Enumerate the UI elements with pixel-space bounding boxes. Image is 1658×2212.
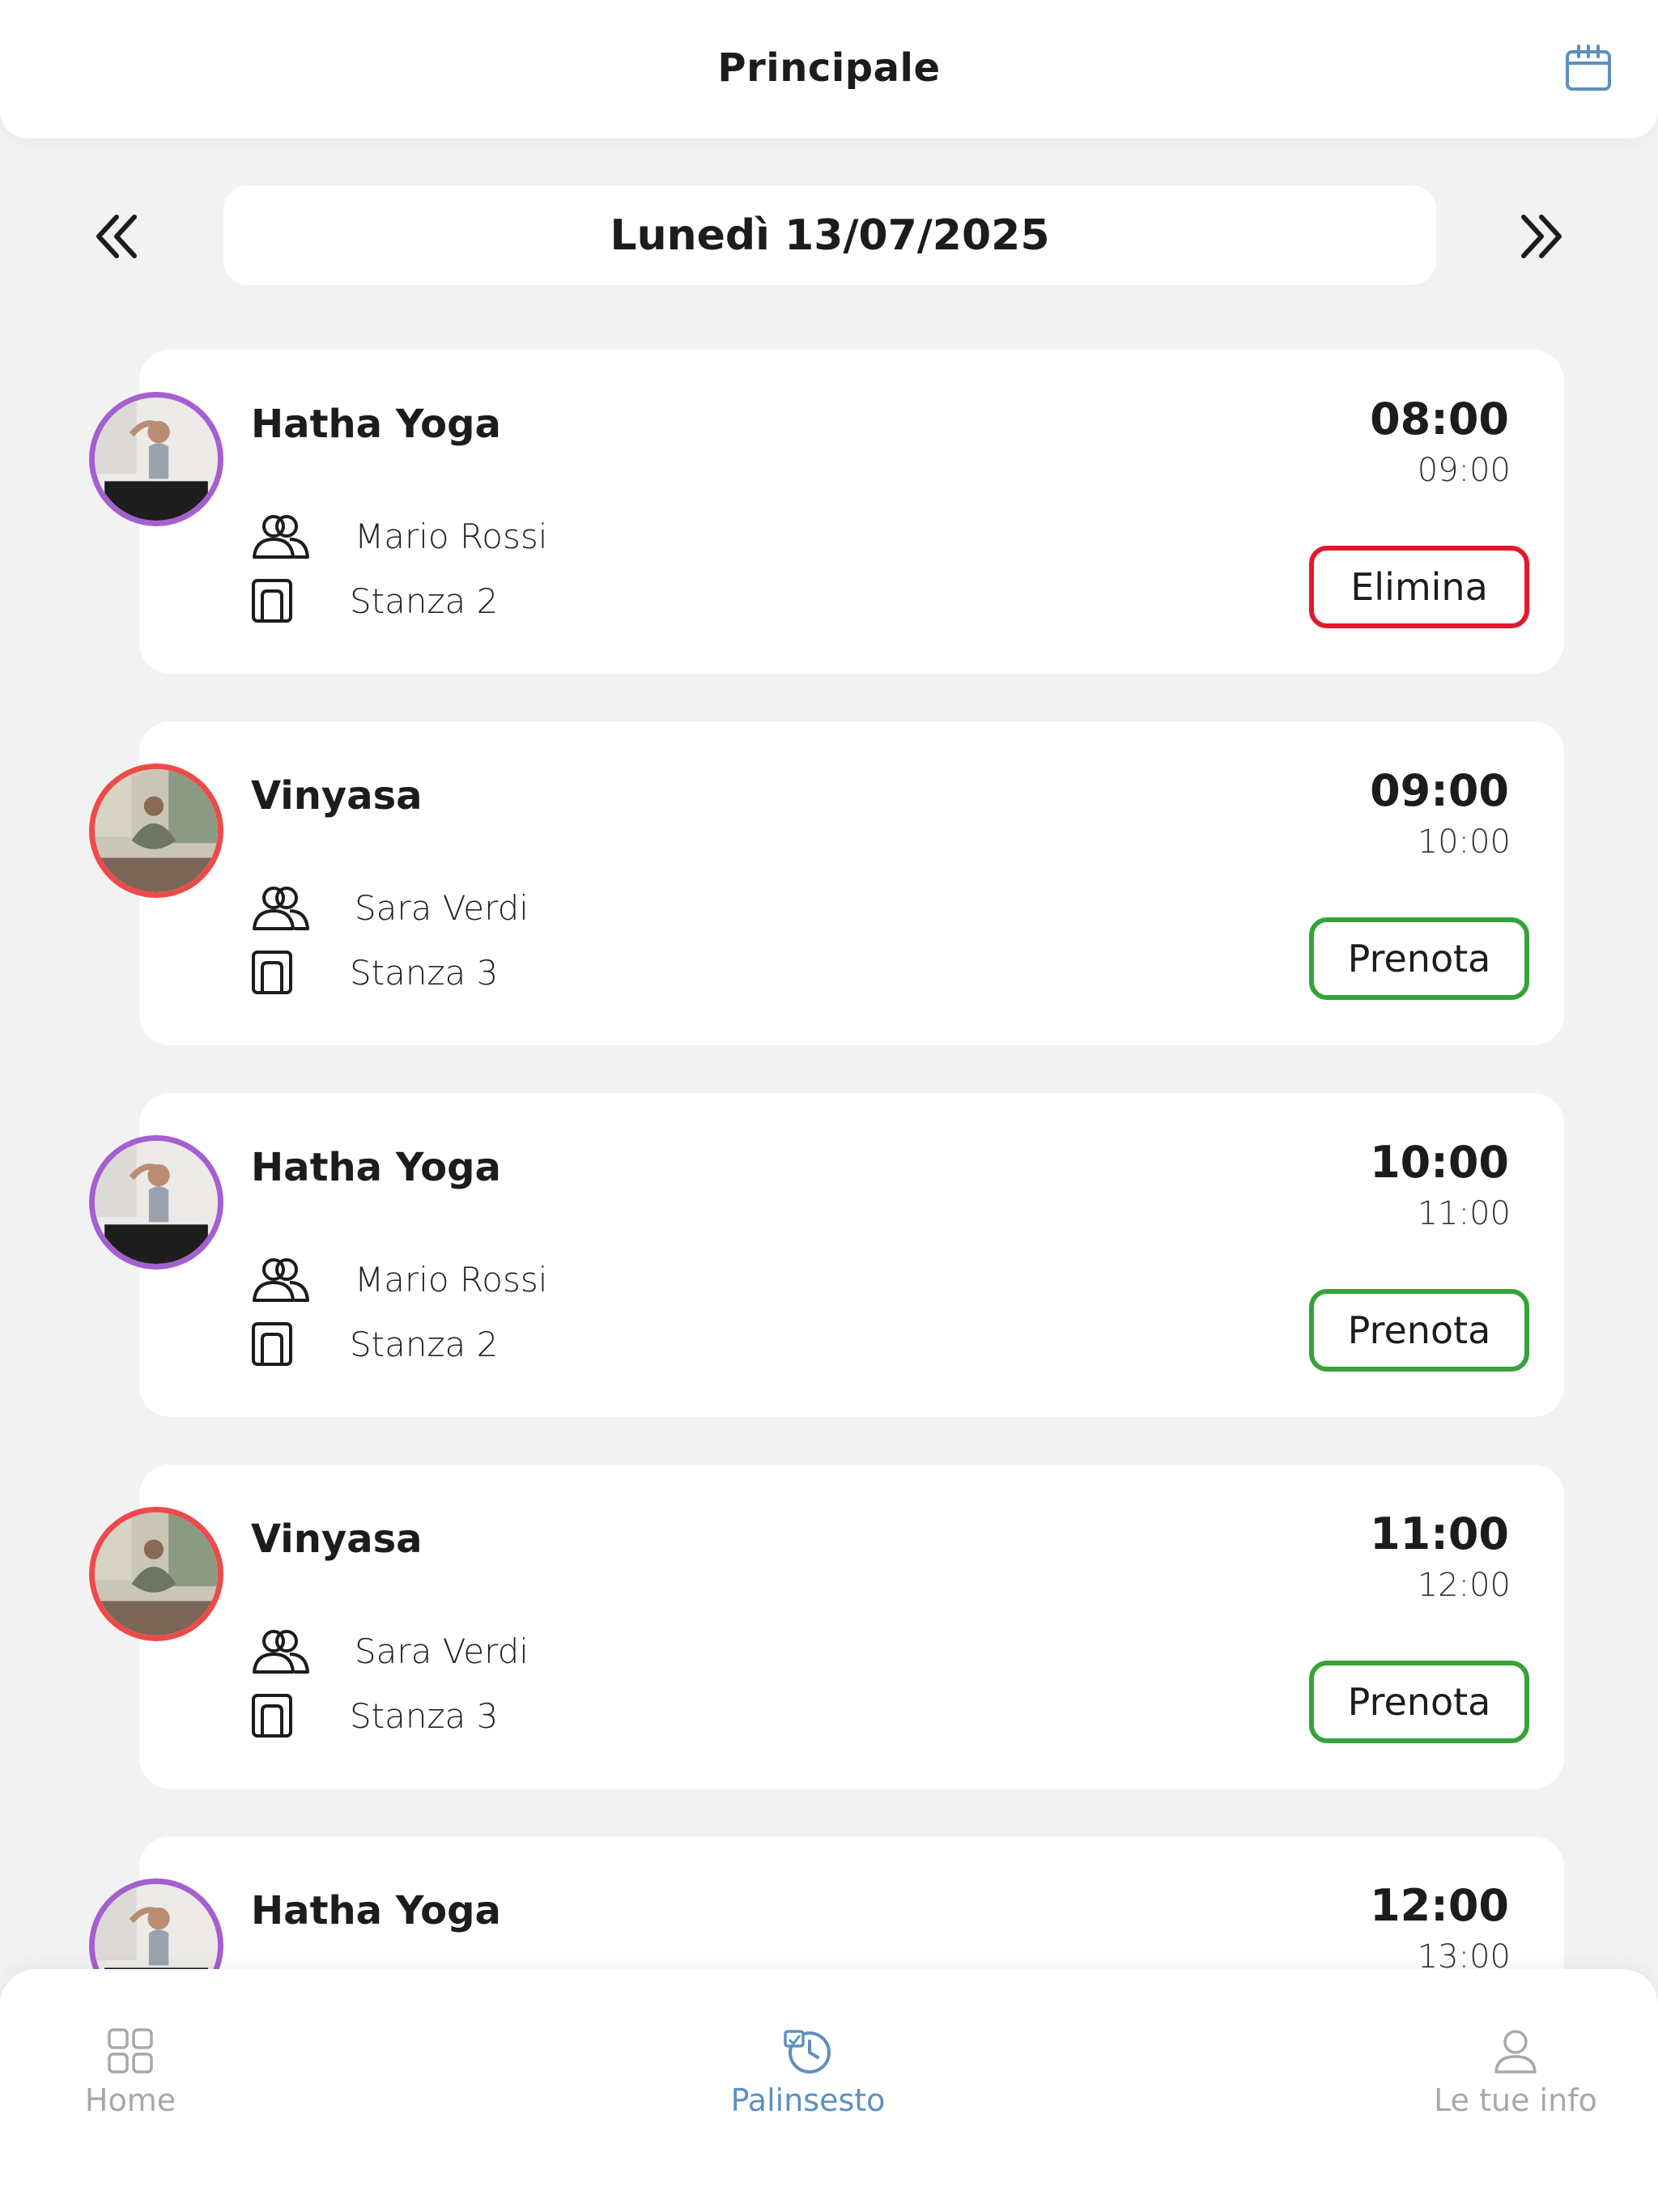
room-icon [252,951,292,994]
class-title: Hatha Yoga [251,1888,501,1933]
start-time: 12:00 [1370,1880,1509,1931]
room-row: Stanza 2 [251,576,498,625]
schedule-history-icon [784,2030,831,2074]
room-row: Stanza 3 [251,948,498,997]
tab-user-info[interactable]: Le tue info [1410,2026,1621,2131]
date-selector[interactable]: Lunedì 13/07/2025 [223,185,1436,285]
previous-day-button[interactable] [84,204,149,269]
class-avatar [89,1135,223,1270]
top-header: Principale [0,0,1658,138]
users-icon [253,887,309,930]
end-time: 11:00 [1417,1195,1511,1232]
end-time: 09:00 [1417,452,1511,489]
start-time: 08:00 [1370,393,1509,445]
class-title: Vinyasa [251,773,423,819]
page-title: Principale [717,45,941,91]
calendar-button[interactable] [1562,42,1614,96]
class-card[interactable]: Hatha Yoga Mario Rossi Stanza 2 10:00 11… [89,1093,1564,1417]
instructor-name: Mario Rossi [355,516,548,556]
book-button[interactable]: Prenota [1309,917,1529,1000]
end-time: 12:00 [1417,1567,1511,1604]
tab-label: Palinsesto [730,2082,886,2118]
yoga-photo-icon [95,769,218,892]
instructor-name: Sara Verdi [355,887,529,928]
yoga-photo-icon [95,1141,218,1264]
room-name: Stanza 3 [350,952,499,993]
room-icon [252,579,292,623]
instructor-name: Mario Rossi [355,1259,548,1300]
users-icon [253,515,309,559]
room-row: Stanza 2 [251,1320,498,1368]
class-card[interactable]: Hatha Yoga Mario Rossi Stanza 2 08:00 09… [89,350,1564,674]
double-chevron-left-icon [96,215,137,258]
instructor-row: Sara Verdi [249,1625,529,1677]
tab-label: Home [84,2082,176,2118]
users-icon [253,1630,309,1674]
book-button[interactable]: Prenota [1309,1289,1529,1372]
users-icon [253,1258,309,1302]
start-time: 10:00 [1370,1137,1509,1188]
room-name: Stanza 3 [350,1695,499,1736]
start-time: 11:00 [1370,1508,1509,1559]
instructor-name: Sara Verdi [355,1631,529,1671]
class-card[interactable]: Vinyasa Sara Verdi Stanza 3 11:00 12:00 … [89,1465,1564,1789]
room-icon [252,1694,292,1738]
class-title: Vinyasa [251,1516,423,1562]
tab-schedule[interactable]: Palinsesto [703,2026,913,2131]
user-icon [1494,2030,1537,2074]
instructor-row: Mario Rossi [249,510,547,562]
app-screen: Principale Lunedì 13/07/2025 Hatha Yoga … [0,0,1658,2212]
tab-label: Le tue info [1434,2082,1597,2118]
yoga-photo-icon [95,398,218,521]
tab-home[interactable]: Home [25,2026,236,2131]
room-icon [252,1322,292,1366]
start-time: 09:00 [1370,765,1509,816]
next-day-button[interactable] [1509,204,1574,269]
double-chevron-right-icon [1521,215,1562,258]
date-label: Lunedì 13/07/2025 [610,211,1050,260]
end-time: 10:00 [1417,823,1511,861]
class-avatar [89,764,223,898]
instructor-row: Sara Verdi [249,882,529,934]
room-name: Stanza 2 [350,581,499,621]
delete-booking-button[interactable]: Elimina [1309,546,1529,628]
grid-icon [108,2028,153,2074]
room-name: Stanza 2 [350,1324,499,1364]
class-title: Hatha Yoga [251,402,501,447]
instructor-row: Mario Rossi [249,1253,547,1305]
class-title: Hatha Yoga [251,1145,501,1190]
class-avatar [89,392,223,526]
room-row: Stanza 3 [251,1691,498,1740]
book-button[interactable]: Prenota [1309,1661,1529,1743]
class-avatar [89,1507,223,1641]
calendar-icon [1566,45,1611,91]
bottom-navigation: Home Palinsesto Le tue info [0,1969,1658,2212]
yoga-photo-icon [95,1512,218,1636]
class-card[interactable]: Vinyasa Sara Verdi Stanza 3 09:00 10:00 … [89,721,1564,1045]
